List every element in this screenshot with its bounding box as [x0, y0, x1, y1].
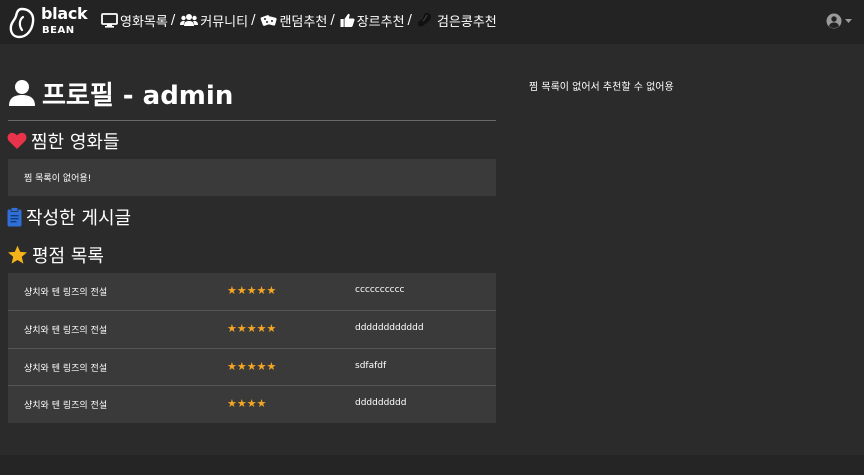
navbar: black BEAN 영화목록 / 커뮤니티 / 랜덤추천 / 장르추천 / 검… — [0, 0, 864, 44]
rating-row[interactable]: 샹치와 텐 링즈의 전설 ★★★★★ sdfafdf — [8, 348, 496, 385]
liked-movies-heading: 찜한 영화들 — [7, 128, 120, 154]
recommendation-message: 찜 목록이 없어서 추천할 수 없어용 — [529, 82, 674, 93]
rating-review: ddddddddd — [355, 398, 407, 408]
liked-empty-message: 찜 목록이 없어용! — [8, 159, 496, 196]
posts-heading: 작성한 게시글 — [7, 204, 131, 230]
nav-item-label: 검은콩추천 — [436, 14, 497, 30]
title-divider — [8, 120, 496, 121]
section-title: 작성한 게시글 — [26, 208, 132, 229]
nav-separator: / — [170, 12, 176, 28]
clipboard-icon — [7, 207, 22, 227]
nav-item-label: 커뮤니티 — [200, 14, 249, 30]
nav-item-genre[interactable]: 장르추천 — [340, 11, 405, 30]
ratings-heading: 평점 목록 — [7, 242, 104, 268]
section-title: 찜한 영화들 — [31, 132, 120, 153]
nav-item-community[interactable]: 커뮤니티 — [180, 11, 248, 30]
thumbs-up-icon — [340, 13, 355, 27]
nav-separator: / — [330, 12, 335, 28]
page-title: 프로필 - admin — [8, 76, 234, 111]
heart-icon — [7, 132, 27, 149]
rating-stars: ★★★★★ — [227, 360, 277, 373]
rating-review: cccccccccc — [355, 285, 405, 295]
section-title: 평점 목록 — [32, 246, 104, 267]
user-circle-icon — [826, 13, 842, 29]
monitor-icon — [101, 12, 118, 28]
rating-movie-title[interactable]: 샹치와 텐 링즈의 전설 — [24, 398, 107, 411]
rating-movie-title[interactable]: 샹치와 텐 링즈의 전설 — [24, 285, 107, 298]
nav-item-label: 영화목록 — [120, 14, 168, 30]
page-title-text: 프로필 - admin — [42, 80, 234, 111]
nav-item-label: 랜덤추천 — [279, 14, 328, 30]
users-icon — [180, 14, 199, 26]
dice-icon — [261, 14, 278, 26]
nav-menu: 영화목록 / 커뮤니티 / 랜덤추천 / 장르추천 / 검은콩추천 — [101, 10, 497, 30]
rating-stars: ★★★★★ — [227, 284, 277, 297]
nav-separator: / — [407, 12, 412, 28]
rating-movie-title[interactable]: 샹치와 텐 링즈의 전설 — [24, 323, 107, 336]
user-menu-button[interactable] — [826, 12, 854, 30]
brand-subtitle: BEAN — [42, 25, 75, 36]
rating-stars: ★★★★ — [227, 397, 267, 410]
rating-review: dddddddddddd — [355, 323, 424, 333]
bean-icon — [417, 12, 431, 27]
nav-item-movies[interactable]: 영화목록 — [101, 11, 168, 30]
nav-item-label: 장르추천 — [356, 14, 405, 30]
nav-item-blackbean[interactable]: 검은콩추천 — [417, 11, 497, 30]
bean-logo-icon — [9, 7, 35, 39]
caret-down-icon — [845, 19, 852, 23]
user-icon — [9, 80, 35, 106]
nav-item-random[interactable]: 랜덤추천 — [260, 11, 327, 30]
ratings-list: 샹치와 텐 링즈의 전설 ★★★★★ cccccccccc 샹치와 텐 링즈의 … — [8, 273, 496, 423]
brand-logo[interactable]: black BEAN — [8, 4, 92, 40]
star-icon — [8, 245, 27, 264]
nav-separator: / — [251, 12, 256, 28]
rating-row[interactable]: 샹치와 텐 링즈의 전설 ★★★★ ddddddddd — [8, 385, 496, 422]
rating-row[interactable]: 샹치와 텐 링즈의 전설 ★★★★★ cccccccccc — [8, 273, 496, 310]
empty-message-text: 찜 목록이 없어용! — [24, 174, 92, 184]
brand-name: black — [41, 4, 88, 23]
rating-row[interactable]: 샹치와 텐 링즈의 전설 ★★★★★ dddddddddddd — [8, 310, 496, 347]
rating-review: sdfafdf — [355, 361, 387, 371]
rating-stars: ★★★★★ — [227, 322, 277, 335]
footer-strip — [0, 455, 864, 475]
rating-movie-title[interactable]: 샹치와 텐 링즈의 전설 — [24, 361, 107, 374]
